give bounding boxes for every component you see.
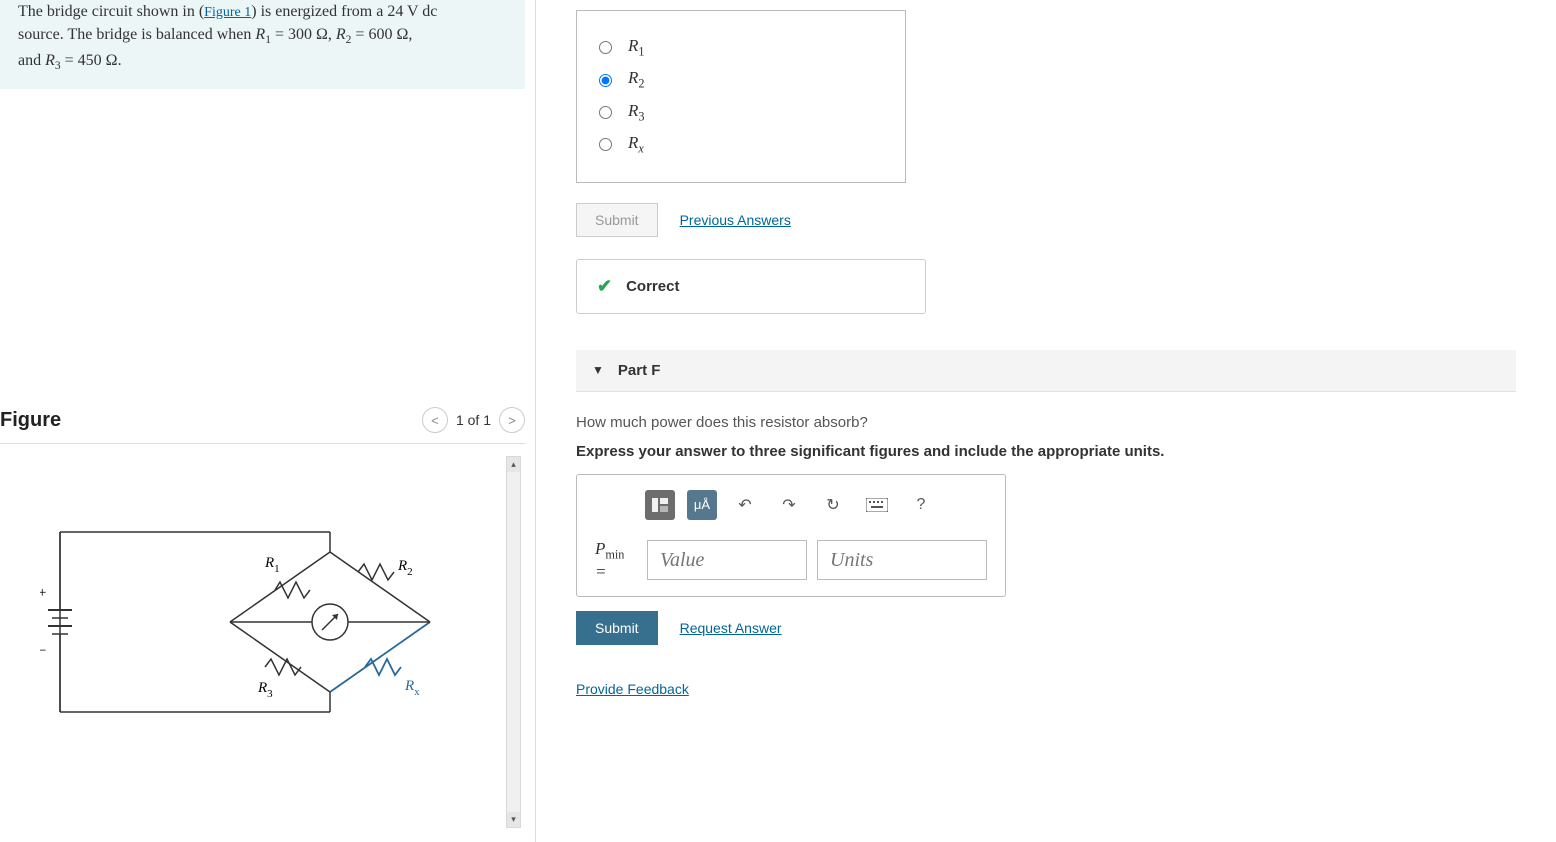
radio-r2[interactable]: [599, 74, 612, 87]
sub: 1: [638, 44, 644, 58]
figure-scrollbar[interactable]: ▴ ▾: [506, 456, 521, 828]
check-icon: ✔: [597, 276, 612, 297]
option-r3[interactable]: R3: [599, 101, 883, 124]
Rx-label: Rx: [404, 678, 420, 698]
part-header[interactable]: ▼ Part F: [576, 350, 1516, 392]
label: R: [628, 36, 638, 55]
submit-button[interactable]: Submit: [576, 611, 658, 645]
previous-answers-link[interactable]: Previous Answers: [680, 212, 791, 228]
text: source. The bridge is balanced when: [18, 26, 255, 43]
figure-next-button[interactable]: >: [499, 407, 525, 433]
sub: 3: [638, 109, 644, 123]
correct-label: Correct: [626, 278, 679, 295]
figure-panel: ▴ ▾ + − v: [0, 452, 525, 832]
text: = 300 Ω,: [271, 26, 336, 43]
option-r1[interactable]: R1: [599, 36, 883, 59]
radio-r1[interactable]: [599, 41, 612, 54]
text: The bridge circuit shown in (: [18, 3, 204, 20]
sub: x: [638, 142, 643, 156]
keyboard-icon[interactable]: [861, 489, 893, 521]
text: and: [18, 52, 45, 69]
text: ) is energized from a 24 V dc: [251, 3, 437, 20]
radio-rx[interactable]: [599, 138, 612, 151]
figure-link[interactable]: Figure 1: [204, 5, 251, 20]
option-rx[interactable]: Rx: [599, 133, 883, 156]
template-icon[interactable]: [645, 490, 675, 520]
submit-button-disabled: Submit: [576, 203, 658, 237]
minus-label: −: [40, 643, 46, 659]
request-answer-link[interactable]: Request Answer: [680, 620, 782, 636]
circuit-diagram: + − v R1 R2: [40, 492, 460, 752]
R1-label: R1: [264, 555, 280, 575]
help-icon[interactable]: ?: [905, 489, 937, 521]
scroll-down-icon[interactable]: ▾: [507, 812, 520, 827]
var: R: [255, 26, 265, 43]
figure-heading: Figure: [0, 409, 61, 432]
figure-nav: < 1 of 1 >: [422, 407, 525, 433]
answer-toolbar: μÅ ↶ ↷ ↻ ?: [595, 489, 987, 521]
var: R: [45, 52, 55, 69]
value-input[interactable]: [647, 540, 807, 580]
part-title: Part F: [618, 362, 661, 379]
sub: 2: [638, 77, 644, 91]
provide-feedback-link[interactable]: Provide Feedback: [576, 681, 689, 697]
instruction-text: Express your answer to three significant…: [576, 443, 1516, 460]
question-text: How much power does this resistor absorb…: [576, 414, 1516, 431]
units-tool-icon[interactable]: μÅ: [687, 490, 717, 520]
R3-label: R3: [257, 680, 273, 700]
label: R: [628, 133, 638, 152]
scroll-up-icon[interactable]: ▴: [507, 457, 520, 472]
label: R: [628, 101, 638, 120]
option-r2[interactable]: R2: [599, 68, 883, 91]
undo-icon[interactable]: ↶: [729, 489, 761, 521]
units-tool-label: μÅ: [694, 497, 710, 512]
problem-statement: The bridge circuit shown in (Figure 1) i…: [0, 0, 525, 89]
figure-prev-button[interactable]: <: [422, 407, 448, 433]
collapse-icon: ▼: [592, 363, 604, 377]
R2-label: R2: [397, 558, 413, 578]
redo-icon[interactable]: ↷: [773, 489, 805, 521]
answer-prefix: Pmin =: [595, 539, 637, 582]
text: = 450 Ω.: [61, 52, 122, 69]
plus-label: +: [40, 585, 46, 601]
reset-icon[interactable]: ↻: [817, 489, 849, 521]
options-box: R1 R2 R3 Rx: [576, 10, 906, 183]
answer-box: μÅ ↶ ↷ ↻ ? Pmin =: [576, 474, 1006, 597]
text: = 600 Ω,: [351, 26, 412, 43]
var: R: [336, 26, 346, 43]
label: R: [628, 68, 638, 87]
correct-feedback: ✔ Correct: [576, 259, 926, 314]
units-input[interactable]: [817, 540, 987, 580]
radio-r3[interactable]: [599, 106, 612, 119]
figure-counter: 1 of 1: [456, 412, 491, 428]
